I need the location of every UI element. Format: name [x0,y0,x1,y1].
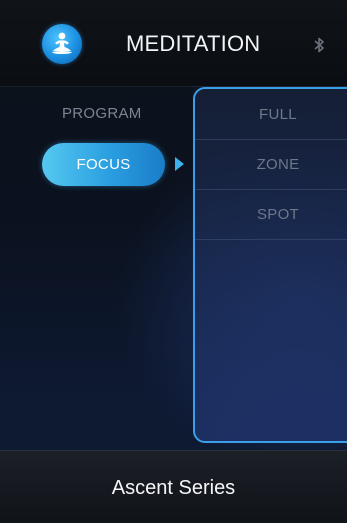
selection-arrow-icon [175,157,184,171]
option-zone[interactable]: ZONE [195,139,347,190]
bluetooth-icon [314,37,324,53]
screen: MEDITATION PROGRAM FOCUS FULL ZONE SPOT … [0,0,347,523]
meditation-person-icon [52,32,72,54]
meditation-logo [42,24,82,64]
page-title: MEDITATION [126,31,261,56]
header-bar: MEDITATION [0,0,347,87]
control-panel: MEDITATION PROGRAM FOCUS FULL ZONE SPOT … [0,0,347,523]
program-label[interactable]: PROGRAM [62,105,142,122]
option-spot[interactable]: SPOT [195,189,347,240]
option-label: FULL [259,106,297,123]
option-full[interactable]: FULL [195,89,347,140]
focus-options-panel: FULL ZONE SPOT [193,87,347,443]
left-column [0,86,192,450]
focus-label: FOCUS [76,156,131,173]
brand-name: Ascent Series [111,477,236,499]
footer-bar: Ascent Series [0,450,347,523]
focus-button[interactable]: FOCUS [42,143,165,186]
option-label: SPOT [256,206,300,223]
option-label: ZONE [256,156,300,173]
